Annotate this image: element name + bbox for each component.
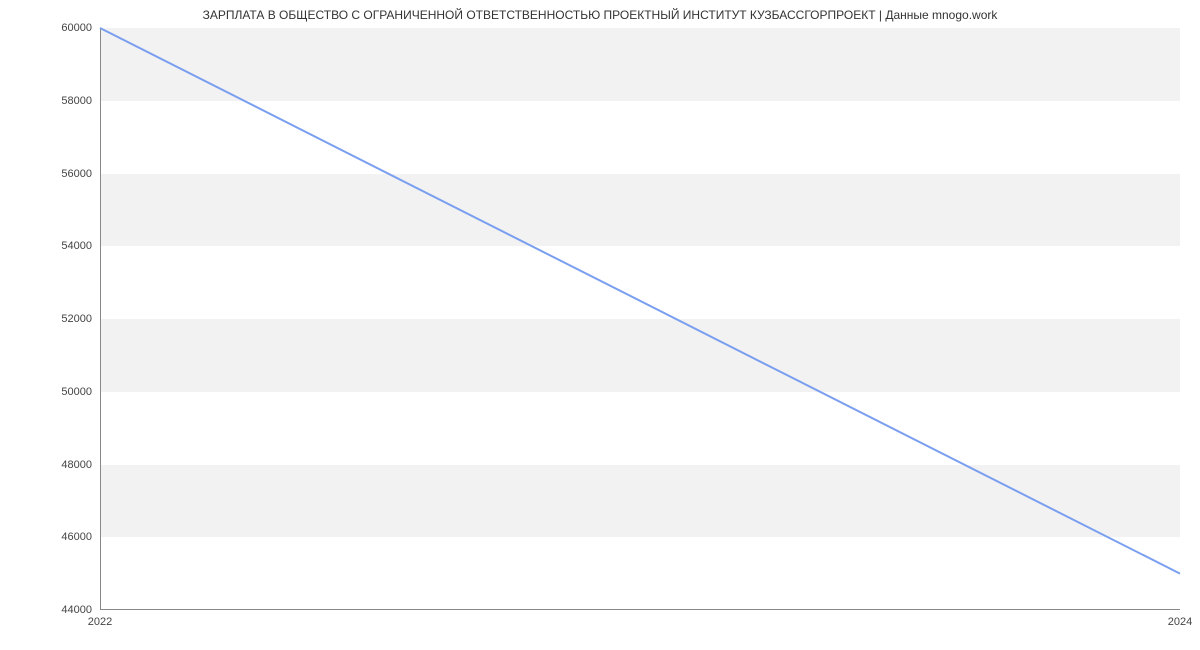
y-tick-label: 48000 [61,459,92,471]
y-tick-label: 56000 [61,168,92,180]
line-layer [100,28,1180,610]
y-tick-label: 46000 [61,531,92,543]
x-tick-label: 2022 [88,616,112,628]
chart-title: ЗАРПЛАТА В ОБЩЕСТВО С ОГРАНИЧЕННОЙ ОТВЕТ… [0,0,1200,26]
y-tick-label: 44000 [61,604,92,616]
y-tick-label: 60000 [61,22,92,34]
y-tick-label: 58000 [61,95,92,107]
chart-plot-area: 4400046000480005000052000540005600058000… [100,28,1180,610]
data-line [100,28,1180,574]
y-tick-label: 50000 [61,386,92,398]
y-tick-label: 54000 [61,240,92,252]
x-tick-label: 2024 [1168,616,1192,628]
y-tick-label: 52000 [61,313,92,325]
